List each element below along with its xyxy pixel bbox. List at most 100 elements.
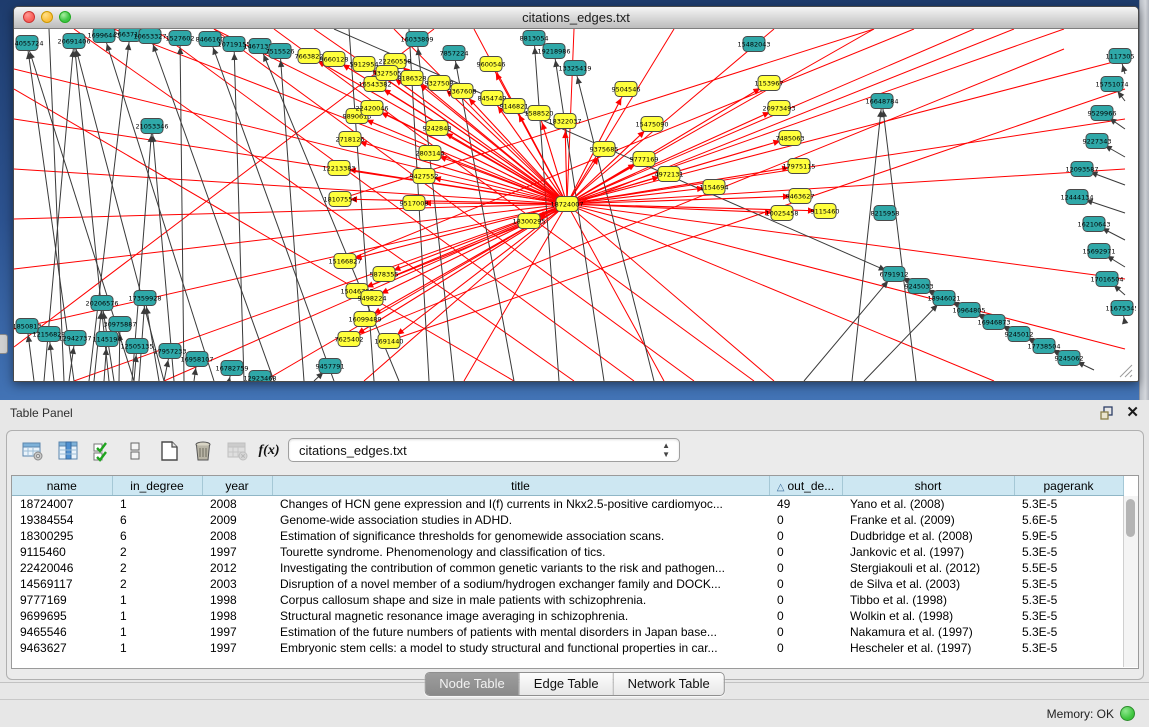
svg-text:7485063: 7485063 bbox=[776, 134, 805, 142]
graph-node[interactable]: 1145194 bbox=[93, 332, 122, 347]
table-row[interactable]: 946554611997Estimation of the future num… bbox=[12, 624, 1123, 640]
graph-node[interactable]: 17359928 bbox=[128, 291, 161, 306]
graph-node[interactable]: 8215958 bbox=[871, 206, 900, 221]
graph-node[interactable]: 9600546 bbox=[477, 57, 506, 72]
graph-node[interactable]: 24055724 bbox=[14, 36, 44, 51]
network-view-window[interactable]: citations_edges.txt 24055724206914061699… bbox=[13, 6, 1139, 382]
svg-text:20973493: 20973493 bbox=[762, 104, 795, 112]
column-header-pagerank[interactable]: pagerank bbox=[1014, 476, 1123, 496]
graph-node[interactable]: 15475090 bbox=[635, 117, 668, 132]
graph-node[interactable]: 9115460 bbox=[811, 204, 840, 219]
table-row[interactable]: 2242004622012Investigating the contribut… bbox=[12, 560, 1123, 576]
table-panel: Table Panel ✕ bbox=[0, 400, 1149, 727]
table-row[interactable]: 1456911722003Disruption of a novel membe… bbox=[12, 576, 1123, 592]
graph-node[interactable]: 2367608 bbox=[448, 84, 477, 99]
table-row[interactable]: 969969511998Structural magnetic resonanc… bbox=[12, 608, 1123, 624]
graph-node[interactable]: 17016504 bbox=[1090, 272, 1123, 287]
column-header-short[interactable]: short bbox=[842, 476, 1014, 496]
graph-node[interactable]: 1691440 bbox=[375, 334, 404, 349]
graph-node[interactable]: 13325419 bbox=[558, 61, 591, 76]
merge-rows-icon[interactable] bbox=[123, 439, 147, 463]
graph-node[interactable]: 18107554 bbox=[323, 192, 356, 207]
graph-node[interactable]: 1117305 bbox=[1106, 49, 1135, 64]
graph-node[interactable]: 9504546 bbox=[612, 82, 641, 97]
graph-node[interactable]: 8186328 bbox=[398, 71, 427, 86]
tab-node-table[interactable]: Node Table bbox=[425, 673, 519, 695]
column-header-year[interactable]: year bbox=[202, 476, 272, 496]
graph-node[interactable]: 9242848 bbox=[423, 121, 452, 136]
column-header-out_de[interactable]: △out_de... bbox=[769, 476, 842, 496]
graph-node[interactable]: 9375685 bbox=[590, 142, 619, 157]
graph-node[interactable]: 11675345 bbox=[1105, 301, 1136, 316]
import-table-icon[interactable] bbox=[225, 439, 249, 463]
select-all-icon[interactable] bbox=[91, 439, 115, 463]
graph-node[interactable]: 9463627 bbox=[786, 189, 815, 204]
graph-node[interactable]: 30975887 bbox=[103, 317, 136, 332]
graph-node[interactable]: 1154694 bbox=[700, 180, 729, 195]
graph-node[interactable]: 15482043 bbox=[737, 37, 770, 52]
graph-node[interactable]: 4972131 bbox=[655, 167, 684, 182]
graph-node[interactable]: 16648784 bbox=[865, 94, 898, 109]
window-titlebar[interactable]: citations_edges.txt bbox=[14, 7, 1138, 29]
tab-network-table[interactable]: Network Table bbox=[613, 673, 724, 695]
table-row[interactable]: 1872400712008Changes of HCN gene express… bbox=[12, 496, 1123, 513]
graph-node[interactable]: 8813054 bbox=[520, 31, 549, 46]
network-canvas[interactable]: 2405572420691406169964432663716410653327… bbox=[14, 29, 1136, 381]
close-button[interactable] bbox=[23, 11, 35, 23]
graph-node[interactable]: 1153967 bbox=[755, 76, 784, 91]
graph-node[interactable]: 9427552 bbox=[410, 169, 439, 184]
memory-ok-indicator-icon[interactable] bbox=[1120, 706, 1135, 721]
column-header-name[interactable]: name bbox=[12, 476, 112, 496]
graph-node[interactable]: 9660128 bbox=[320, 52, 349, 67]
table-row[interactable]: 911546021997Tourette syndrome. Phenomeno… bbox=[12, 544, 1123, 560]
table-settings-icon[interactable] bbox=[21, 439, 45, 463]
zoom-button[interactable] bbox=[59, 11, 71, 23]
graph-node[interactable]: 16033809 bbox=[400, 32, 433, 47]
graph-node[interactable]: 7515526 bbox=[266, 44, 295, 59]
graph-node[interactable]: 5878355 bbox=[370, 267, 399, 282]
graph-node[interactable]: 9245033 bbox=[905, 279, 934, 294]
graph-node[interactable]: 20206576 bbox=[85, 296, 118, 311]
column-header-in_degree[interactable]: in_degree bbox=[112, 476, 202, 496]
new-table-icon[interactable] bbox=[157, 439, 181, 463]
graph-node[interactable]: 1527602 bbox=[166, 31, 195, 46]
graph-node[interactable]: 20691406 bbox=[57, 34, 90, 49]
graph-node[interactable]: 9227343 bbox=[1083, 134, 1112, 149]
citation-network-graph[interactable]: 2405572420691406169964432663716410653327… bbox=[14, 29, 1136, 381]
function-builder-icon[interactable]: f(x) bbox=[257, 439, 281, 463]
table-scrollbar[interactable] bbox=[1123, 496, 1138, 667]
graph-node[interactable]: 9529966 bbox=[1088, 106, 1117, 121]
table-row[interactable]: 946362711997Embryonic stem cells: a mode… bbox=[12, 640, 1123, 656]
delete-table-icon[interactable] bbox=[191, 439, 215, 463]
graph-node[interactable]: 7625402 bbox=[335, 332, 364, 347]
graph-node[interactable]: 9517008 bbox=[400, 196, 429, 211]
table-column-icon[interactable] bbox=[56, 439, 80, 463]
graph-node[interactable]: 7485063 bbox=[776, 131, 805, 146]
window-title: citations_edges.txt bbox=[522, 10, 630, 25]
graph-node[interactable]: 2803144 bbox=[416, 146, 445, 161]
table-row[interactable]: 977716911998Corpus callosum shape and si… bbox=[12, 592, 1123, 608]
graph-node[interactable]: 9498224 bbox=[358, 291, 387, 306]
table-row[interactable]: 1830029562008Estimation of significance … bbox=[12, 528, 1123, 544]
close-panel-icon[interactable]: ✕ bbox=[1126, 403, 1139, 421]
graph-node[interactable]: 12505135 bbox=[120, 339, 153, 354]
graph-node[interactable]: 2718126 bbox=[336, 132, 365, 147]
graph-node[interactable]: 6791912 bbox=[880, 267, 909, 282]
graph-node[interactable]: 9777169 bbox=[630, 152, 659, 167]
graph-node[interactable]: 9245062 bbox=[1055, 351, 1084, 366]
panel-collapse-handle[interactable] bbox=[0, 334, 8, 354]
scrollbar-thumb[interactable] bbox=[1126, 499, 1135, 537]
resize-grip-icon[interactable] bbox=[1116, 361, 1134, 379]
float-panel-icon[interactable] bbox=[1099, 405, 1115, 421]
tab-edge-table[interactable]: Edge Table bbox=[519, 673, 613, 695]
graph-node[interactable]: 9245012 bbox=[1005, 327, 1034, 342]
graph-node[interactable]: 9457791 bbox=[316, 359, 345, 374]
graph-node[interactable]: 21053346 bbox=[135, 119, 168, 134]
column-header-title[interactable]: title bbox=[272, 476, 769, 496]
collapsed-panel-strip[interactable] bbox=[1139, 0, 1149, 400]
graph-node[interactable]: 10025458 bbox=[765, 206, 798, 221]
graph-node[interactable]: 7857224 bbox=[440, 46, 469, 61]
minimize-button[interactable] bbox=[41, 11, 53, 23]
table-row[interactable]: 1938455462009Genome-wide association stu… bbox=[12, 512, 1123, 528]
table-selector-dropdown[interactable]: citations_edges.txt ▲▼ bbox=[288, 438, 680, 462]
